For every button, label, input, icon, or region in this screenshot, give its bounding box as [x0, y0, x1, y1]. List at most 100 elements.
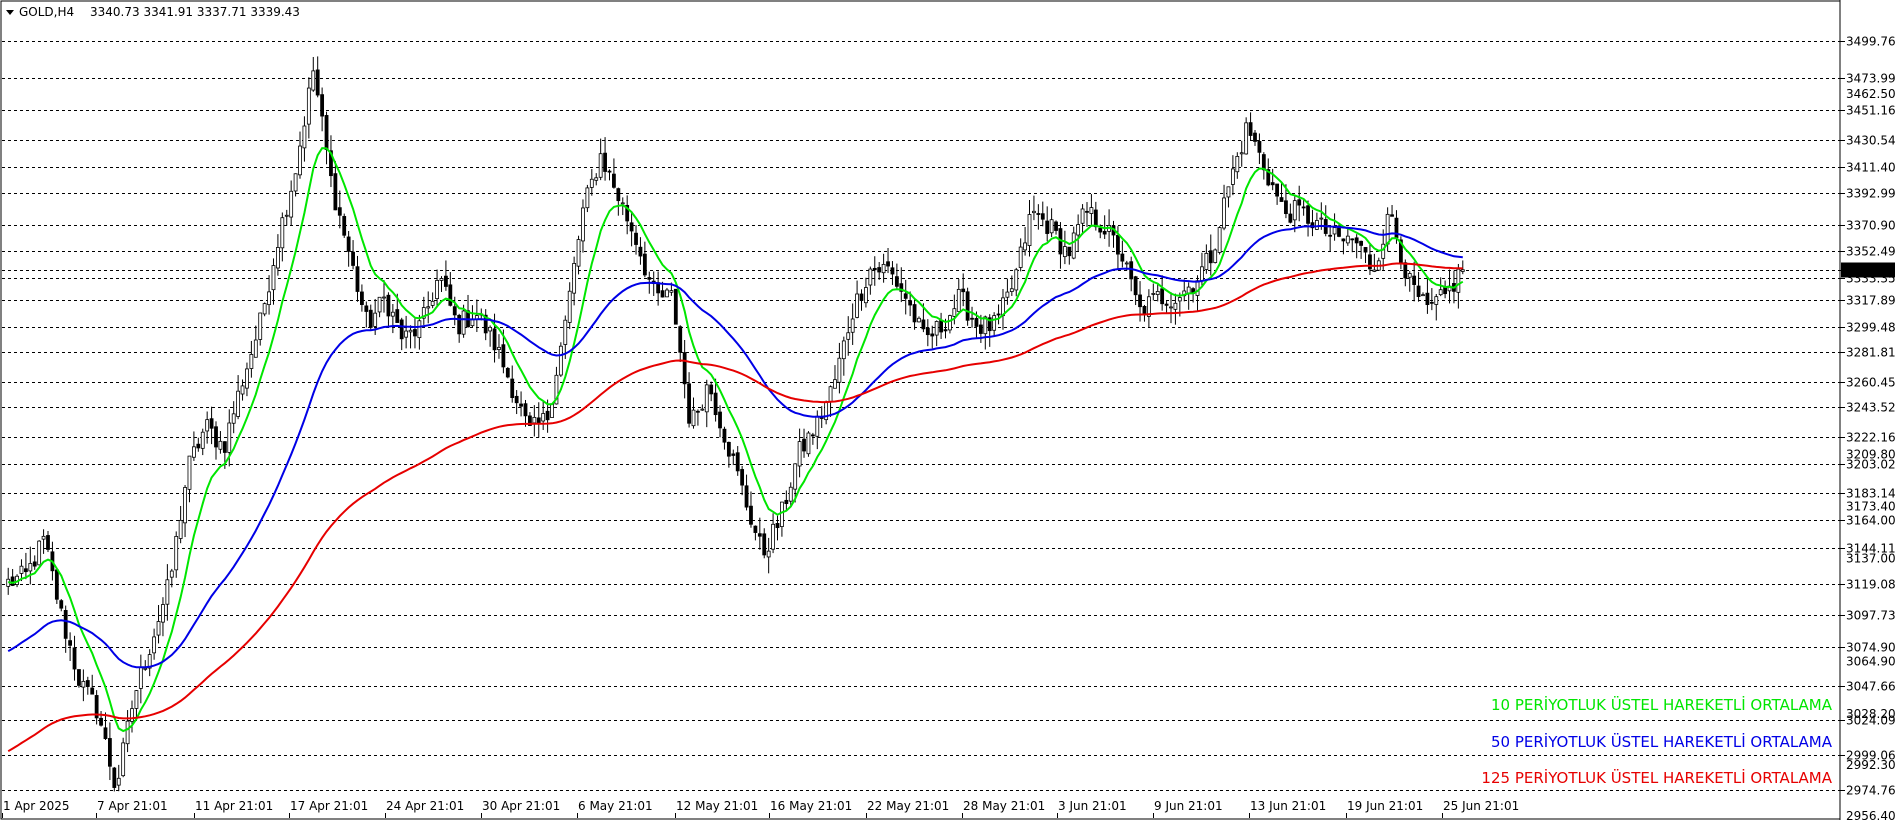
candle-body — [1098, 227, 1103, 233]
candle-body — [1009, 288, 1014, 292]
candle-body — [320, 94, 325, 117]
candle-body — [169, 570, 174, 578]
candle-body — [430, 300, 435, 306]
candle-body — [116, 777, 121, 786]
candle-body — [726, 441, 731, 457]
candle-body — [497, 346, 501, 350]
candle-body — [315, 69, 320, 96]
candle-body — [886, 261, 890, 267]
candle-body — [1230, 168, 1235, 185]
price-chart[interactable]: 3499.76 3473.99 3451.16 3430.54 3411.40 3392.… — [0, 0, 1896, 820]
candle-body — [121, 742, 126, 777]
candle-body — [125, 720, 130, 745]
candle-body — [1160, 288, 1165, 305]
candle-body — [1014, 269, 1019, 291]
candle-body — [1049, 219, 1054, 234]
candle-body — [1438, 289, 1443, 296]
candle-body — [152, 636, 157, 654]
candle-body — [1292, 200, 1297, 221]
candle-body — [581, 207, 585, 242]
candle-body — [1036, 213, 1041, 215]
candle-body — [1226, 186, 1231, 198]
candle-body — [1067, 246, 1072, 257]
candle-body — [37, 540, 42, 566]
candle-body — [810, 434, 815, 437]
candle-body — [1138, 294, 1142, 308]
legend-ema50: 50 PERİYOTLUK ÜSTEL HAREKETLİ ORTALAMA — [1491, 732, 1833, 751]
candle-body — [289, 190, 294, 218]
price-scale-label: 3173.40 — [1846, 500, 1896, 514]
candle-body — [1027, 214, 1032, 247]
candle-body — [399, 319, 404, 340]
candle-body — [386, 294, 391, 317]
price-level-label: 3473.99 — [1846, 72, 1896, 86]
candle-body — [1005, 291, 1010, 298]
candle-body — [501, 344, 506, 368]
candle-body — [921, 319, 926, 330]
candle-body — [72, 647, 77, 670]
candle-body — [709, 384, 714, 395]
price-level-label: 3333.35 — [1846, 272, 1896, 286]
candle-body — [426, 306, 431, 309]
candle-body — [280, 217, 285, 249]
candle-body — [452, 306, 457, 316]
candle-body — [894, 276, 899, 287]
time-axis-label: 25 Jun 21:01 — [1443, 799, 1519, 813]
candle-body — [214, 426, 218, 448]
candle-body — [1222, 197, 1226, 229]
candle-body — [567, 290, 572, 323]
candle-body — [1032, 210, 1036, 214]
candle-body — [364, 305, 369, 312]
candle-body — [1195, 280, 1200, 296]
candle-body — [1288, 213, 1293, 223]
candle-body — [1040, 213, 1045, 220]
candle-body — [488, 326, 493, 332]
candle-body — [187, 455, 192, 490]
candle-body — [585, 187, 590, 209]
candle-body — [46, 535, 50, 550]
candle-body — [563, 319, 568, 345]
candle-body — [444, 275, 448, 287]
candle-body — [634, 232, 638, 245]
time-axis-label: 11 Apr 21:01 — [195, 799, 273, 813]
price-scale-label: 3028.20 — [1846, 707, 1896, 721]
candle-body — [1217, 227, 1222, 253]
candle-body — [523, 403, 528, 417]
candle-body — [337, 207, 342, 216]
candle-body — [368, 309, 373, 328]
price-level-label: 3451.16 — [1846, 104, 1896, 118]
candle-body — [620, 202, 625, 205]
candle-body — [572, 263, 577, 294]
candle-body — [1045, 220, 1050, 234]
candle-body — [470, 319, 475, 327]
candle-body — [1177, 297, 1182, 302]
candle-body — [32, 561, 37, 567]
candle-body — [841, 340, 846, 360]
candle-body — [342, 216, 347, 236]
candle-body — [293, 173, 298, 192]
price-scale-label: 3064.90 — [1846, 654, 1896, 668]
candle-body — [793, 463, 798, 490]
candle-body — [678, 326, 683, 353]
candle-body — [1429, 301, 1434, 304]
candle-body — [687, 383, 691, 424]
candle-body — [1239, 152, 1244, 155]
candle-body — [377, 296, 382, 313]
candle-body — [930, 333, 935, 337]
candle-body — [1133, 276, 1138, 296]
time-axis-label: 22 May 21:01 — [867, 799, 949, 813]
candle-body — [890, 267, 895, 275]
candle-body — [1257, 141, 1262, 153]
candle-body — [404, 330, 409, 338]
candle-body — [992, 315, 997, 331]
price-level-label: 3392.99 — [1846, 187, 1896, 201]
candle-body — [784, 499, 789, 504]
candle-body — [943, 329, 948, 332]
candle-body — [718, 411, 722, 429]
candle-body — [373, 312, 378, 327]
candle-body — [161, 604, 165, 623]
legend-ema10: 10 PERİYOTLUK ÜSTEL HAREKETLİ ORTALAMA — [1491, 695, 1833, 714]
candle-body — [872, 267, 877, 271]
price-level-label: 3097.73 — [1846, 609, 1896, 623]
candle-body — [1425, 292, 1430, 306]
